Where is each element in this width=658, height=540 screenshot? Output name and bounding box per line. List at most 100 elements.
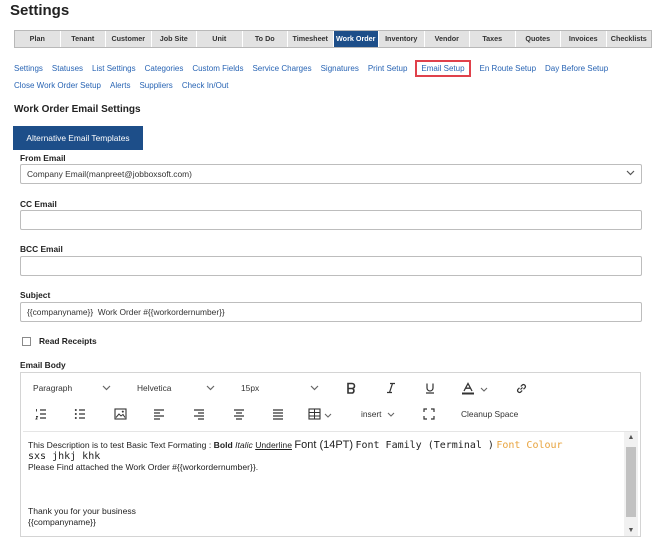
tab-job-site[interactable]: Job Site [152, 31, 197, 47]
bullet-list-button[interactable] [70, 404, 90, 424]
bold-button[interactable] [341, 378, 361, 398]
tab-work-order[interactable]: Work Order [333, 31, 379, 47]
text-color-icon [462, 381, 474, 394]
sub-nav-row: Close Work Order Setup Alerts Suppliers … [14, 77, 644, 93]
body-underline-text: Underline [255, 440, 292, 450]
font-size-value: 15px [241, 383, 260, 393]
from-email-value: Company Email(manpreet@jobboxsoft.com) [27, 169, 192, 179]
ordered-list-button[interactable] [31, 404, 51, 424]
tab-taxes[interactable]: Taxes [470, 31, 516, 47]
align-left-button[interactable] [149, 404, 169, 424]
editor-toolbar-row: insert Cleanup Space [21, 402, 640, 426]
bullet-list-icon [74, 409, 85, 419]
insert-menu-button[interactable]: insert [361, 404, 395, 424]
align-justify-button[interactable] [268, 404, 288, 424]
align-center-icon [234, 409, 244, 420]
sub-link-email-setup[interactable]: Email Setup [415, 59, 471, 77]
insert-image-button[interactable] [110, 404, 130, 424]
editor-toolbar-row: Paragraph Helvetica 15px [21, 376, 640, 400]
font-family-select[interactable]: Helvetica [133, 378, 219, 398]
sub-link-service-charges[interactable]: Service Charges [252, 64, 311, 73]
underline-button[interactable] [420, 378, 440, 398]
scroll-thumb[interactable] [626, 447, 636, 517]
body-line-1-cont: sxs jhkj khk [28, 451, 618, 462]
email-body-label: Email Body [20, 360, 66, 370]
chevron-down-icon [102, 383, 111, 393]
chevron-down-icon [206, 383, 215, 393]
font-family-value: Helvetica [137, 383, 172, 393]
body-bold-text: Bold [213, 440, 233, 450]
ordered-list-icon [35, 409, 46, 420]
align-right-button[interactable] [189, 404, 209, 424]
sub-nav: Settings Statuses List Settings Categori… [14, 59, 644, 93]
cc-email-field[interactable] [20, 210, 642, 230]
font-size-select[interactable]: 15px [237, 378, 323, 398]
bcc-email-field[interactable] [20, 256, 642, 276]
paragraph-format-value: Paragraph [33, 383, 73, 393]
email-body-text[interactable]: This Description is to test Basic Text F… [28, 440, 618, 528]
align-justify-icon [273, 409, 283, 420]
chevron-down-icon [324, 405, 332, 423]
sub-link-close-work-order-setup[interactable]: Close Work Order Setup [14, 81, 101, 90]
tab-plan[interactable]: Plan [15, 31, 61, 47]
sub-link-day-before-setup[interactable]: Day Before Setup [545, 64, 608, 73]
section-heading: Work Order Email Settings [14, 104, 141, 115]
sub-link-check-in-out[interactable]: Check In/Out [182, 81, 229, 90]
sub-link-alerts[interactable]: Alerts [110, 81, 130, 90]
subject-label: Subject [20, 290, 51, 300]
fullscreen-button[interactable] [419, 404, 439, 424]
subject-field[interactable] [20, 302, 642, 322]
fullscreen-icon [423, 408, 435, 420]
paragraph-format-select[interactable]: Paragraph [29, 378, 115, 398]
scroll-down-icon[interactable]: ▼ [624, 525, 638, 536]
font-color-button[interactable] [461, 378, 495, 398]
cc-email-label: CC Email [20, 199, 57, 209]
editor-content-area[interactable]: This Description is to test Basic Text F… [23, 431, 638, 536]
editor-scrollbar[interactable]: ▲ ▼ [624, 432, 638, 536]
body-thanks-line: Thank you for your business [28, 506, 136, 516]
sub-link-suppliers[interactable]: Suppliers [139, 81, 172, 90]
tab-customer[interactable]: Customer [106, 31, 152, 47]
tab-tenant[interactable]: Tenant [61, 31, 106, 47]
align-center-button[interactable] [229, 404, 249, 424]
sub-link-categories[interactable]: Categories [145, 64, 184, 73]
tab-unit[interactable]: Unit [197, 31, 243, 47]
insert-table-button[interactable] [308, 404, 336, 424]
body-line-2: Please Find attached the Work Order #{{w… [28, 462, 259, 472]
body-font-size-text: Font (14PT) [294, 439, 354, 451]
chevron-down-icon [480, 379, 488, 397]
tab-timesheet[interactable]: Timesheet [288, 31, 334, 47]
body-font-family-text: Font Family (Terminal ) [355, 440, 494, 451]
body-blank-line [28, 473, 618, 484]
table-icon [308, 408, 321, 420]
sub-link-statuses[interactable]: Statuses [52, 64, 83, 73]
tab-to-do[interactable]: To Do [243, 31, 288, 47]
link-icon [516, 383, 526, 393]
main-tab-bar: Plan Tenant Customer Job Site Unit To Do… [14, 30, 652, 48]
tab-invoices[interactable]: Invoices [561, 31, 607, 47]
cleanup-space-button[interactable]: Cleanup Space [461, 404, 518, 424]
sub-link-signatures[interactable]: Signatures [321, 64, 359, 73]
tab-vendor[interactable]: Vendor [425, 31, 470, 47]
body-blank-line [28, 484, 618, 495]
italic-button[interactable] [381, 378, 401, 398]
scroll-up-icon[interactable]: ▲ [624, 432, 638, 444]
sub-link-list-settings[interactable]: List Settings [92, 64, 136, 73]
from-email-select[interactable]: Company Email(manpreet@jobboxsoft.com) [20, 164, 642, 184]
italic-icon [387, 382, 395, 394]
alternative-email-templates-button[interactable]: Alternative Email Templates [13, 126, 143, 150]
from-email-label: From Email [20, 153, 66, 163]
tab-inventory[interactable]: Inventory [379, 31, 425, 47]
sub-link-print-setup[interactable]: Print Setup [368, 64, 408, 73]
sub-link-settings[interactable]: Settings [14, 64, 43, 73]
body-line-1: This Description is to test Basic Text F… [28, 439, 618, 452]
link-button[interactable] [511, 378, 531, 398]
sub-link-custom-fields[interactable]: Custom Fields [192, 64, 243, 73]
chevron-down-icon [626, 165, 635, 183]
body-font-colour-text: Font Colour [496, 440, 563, 451]
read-receipts-checkbox[interactable] [22, 336, 31, 346]
underline-icon [426, 383, 434, 394]
sub-link-en-route-setup[interactable]: En Route Setup [480, 64, 536, 73]
tab-checklists[interactable]: Checklists [607, 31, 652, 47]
tab-quotes[interactable]: Quotes [516, 31, 561, 47]
